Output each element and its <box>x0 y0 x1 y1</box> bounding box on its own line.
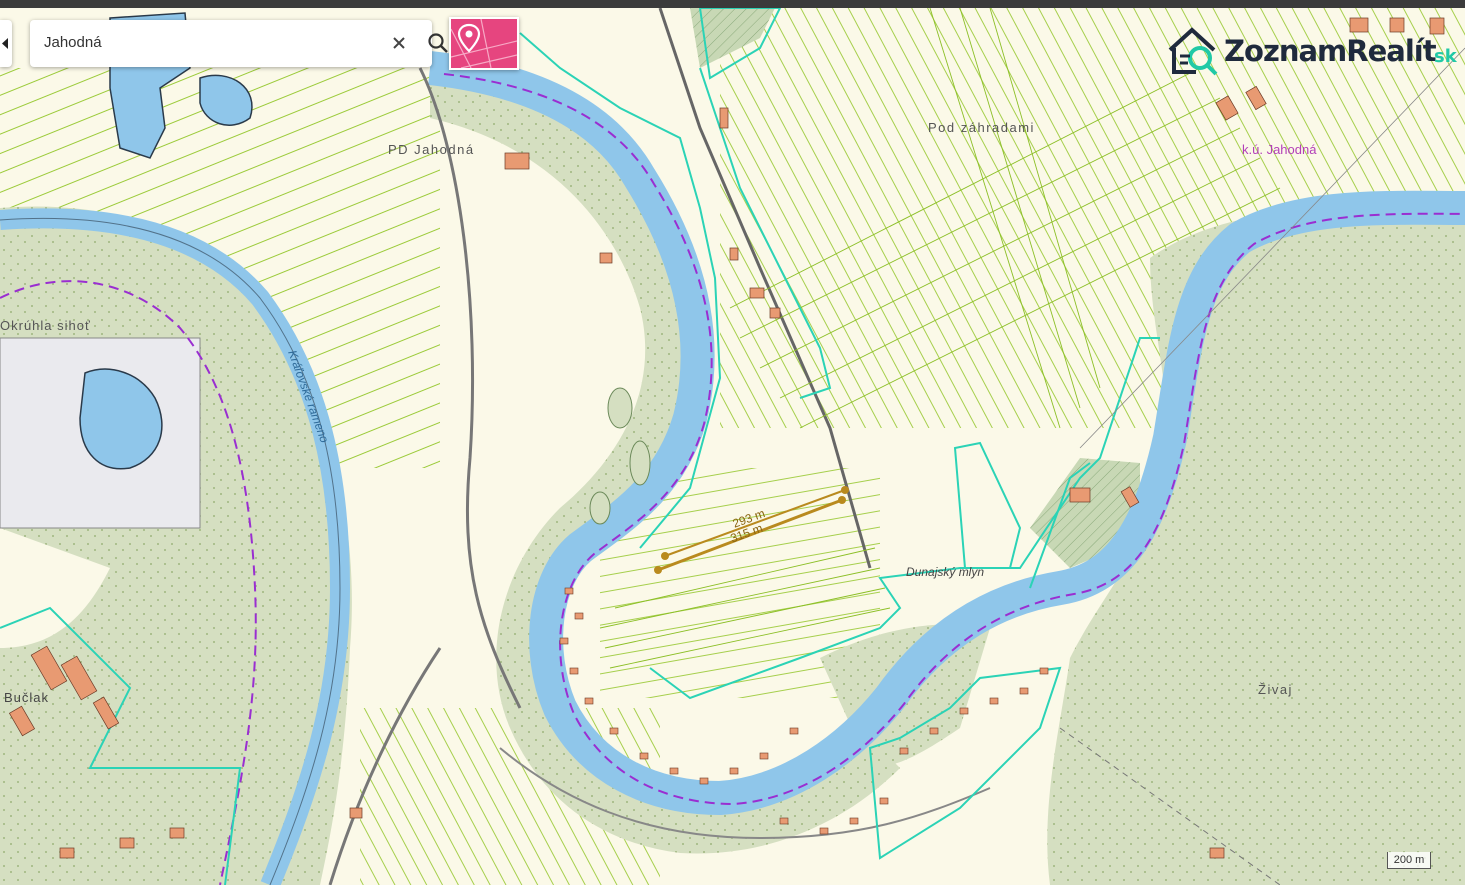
search-input[interactable]: Jahodná <box>44 34 102 51</box>
label-bucuak: Bučlak <box>4 690 49 705</box>
top-bar <box>0 0 1465 8</box>
brand-suffix: sk <box>1434 46 1457 67</box>
island <box>589 491 611 525</box>
back-button[interactable] <box>0 20 12 67</box>
search-icon <box>428 33 448 53</box>
house-magnifier-icon <box>1168 27 1218 76</box>
measure-end-point <box>838 496 846 504</box>
label-dunajsky-mlyn: Dunajský mlyn <box>906 565 984 579</box>
map-layer-button[interactable] <box>449 17 519 70</box>
scale-bar: 200 m <box>1387 852 1431 869</box>
label-pod-zahradami: Pod záhradami <box>928 120 1035 135</box>
measure-start-point <box>654 566 662 574</box>
measure-point <box>841 486 849 494</box>
location-pin-icon <box>450 18 518 69</box>
brand-logo[interactable]: ZoznamRealít sk <box>1166 20 1465 82</box>
label-ku-jahodna: k.ú. Jahodná <box>1242 142 1317 157</box>
close-icon <box>393 37 405 49</box>
clear-search-button[interactable] <box>386 30 412 56</box>
chevron-left-icon <box>2 38 8 49</box>
island <box>607 387 633 429</box>
label-zivaj: Živaj <box>1258 682 1293 697</box>
label-pd-jahodna: PD Jahodná <box>388 142 475 157</box>
brand-name: ZoznamRealít <box>1224 34 1437 68</box>
measure-point <box>661 552 669 560</box>
label-okruhla-sihot: Okrúhla sihoť <box>0 318 91 333</box>
search-box[interactable]: Jahodná <box>30 20 448 67</box>
island <box>629 440 651 486</box>
cadastral-map[interactable]: 293 m 315 m PD Jahodná Pod záhradami k.ú… <box>0 8 1465 885</box>
search-button[interactable] <box>424 29 452 57</box>
